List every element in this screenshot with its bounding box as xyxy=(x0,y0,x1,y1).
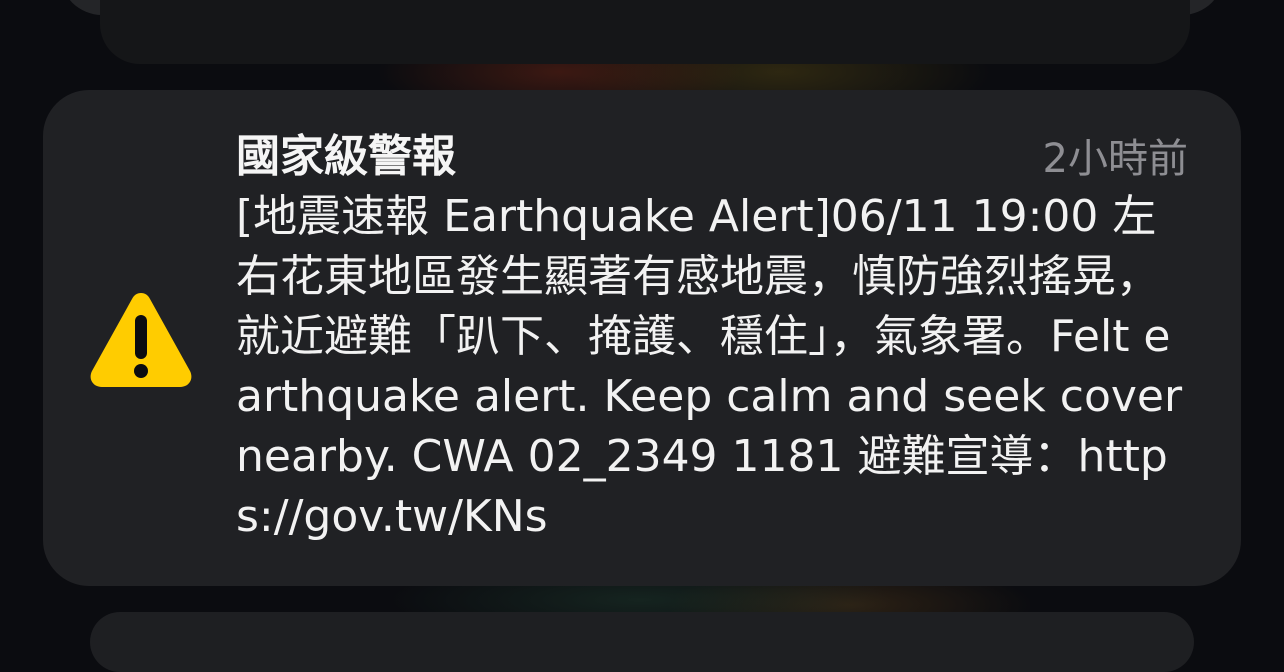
next-notification-card[interactable] xyxy=(90,612,1194,672)
previous-notification-stack xyxy=(100,0,1190,64)
warning-triangle-icon xyxy=(90,293,192,387)
notification-title: 國家級警報 xyxy=(236,131,456,182)
notification-body: [地震速報 Earthquake Alert]06/11 19:00 左右花東地… xyxy=(236,191,1183,542)
notification-timestamp: 2小時前 xyxy=(1042,136,1188,182)
